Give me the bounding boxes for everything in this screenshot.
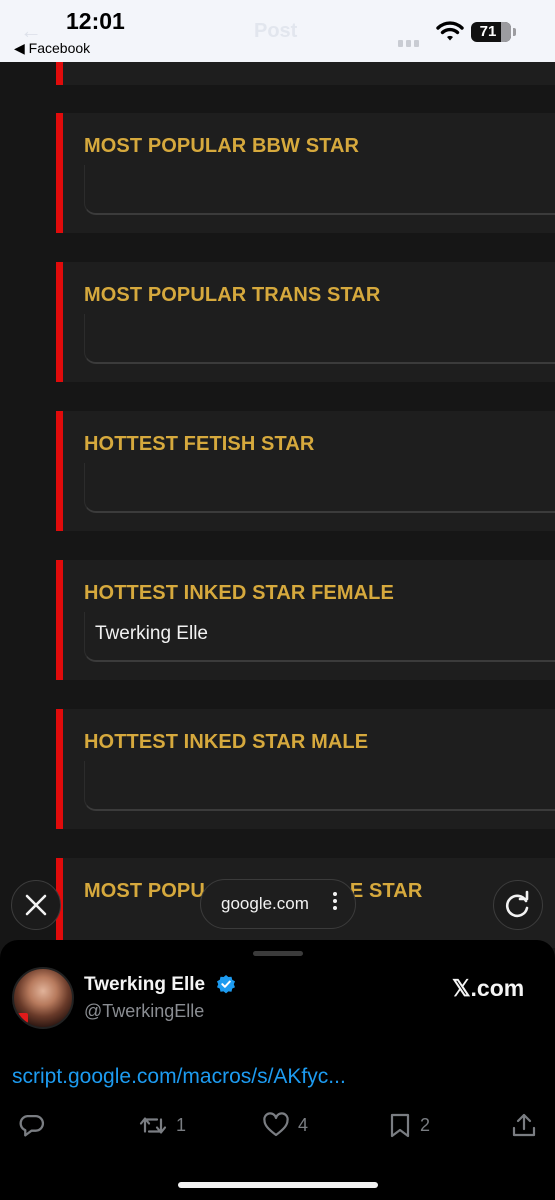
heart-icon [263,1112,289,1137]
sheet-grabber[interactable] [253,951,303,956]
url-text: google.com [221,894,309,913]
answer-field[interactable]: Twerking Elle [84,612,555,662]
like-button[interactable]: 4 [262,1112,308,1138]
answer-field[interactable] [84,761,555,811]
screen: ← Post 12:01 ◀ Facebook 71 MOST POPULAR … [0,0,555,1200]
more-options-icon[interactable] [333,892,337,913]
form-question-card: MOST POPULAR TRANS STAR [56,262,555,382]
bookmark-icon [390,1113,410,1138]
status-time: 12:01 [66,8,125,34]
answer-field[interactable] [84,165,555,215]
retweet-icon [139,1117,167,1134]
back-to-app-link[interactable]: ◀ Facebook [14,40,90,57]
form-question-card: HOTTEST INKED STAR FEMALE Twerking Elle [56,560,555,680]
question-label: HOTTEST FETISH STAR [84,433,315,455]
reload-button[interactable] [493,880,543,930]
verified-badge-icon [217,975,235,994]
form-question-card: MOST POPULAR BBW STAR [56,113,555,233]
tweet-actions: 1 4 2 [0,1112,555,1142]
reply-button[interactable] [18,1112,45,1139]
bookmark-count: 2 [420,1115,431,1135]
question-label: MOST POPULAR TRANS STAR [84,284,381,306]
battery-indicator: 71 [471,22,511,42]
retweet-count: 1 [176,1115,187,1135]
author-name[interactable]: Twerking Elle [84,974,205,996]
form-question-card: HOTTEST INKED STAR MALE [56,709,555,829]
home-indicator[interactable] [178,1182,378,1188]
url-pill[interactable]: google.com [200,879,356,929]
author-handle[interactable]: @TwerkingElle [84,1001,204,1022]
avatar[interactable] [12,967,74,1029]
answer-field[interactable] [84,463,555,513]
share-button[interactable] [511,1112,537,1139]
answer-field[interactable] [84,314,555,364]
question-label: HOTTEST INKED STAR MALE [84,731,369,753]
reload-icon [506,890,529,918]
question-label: MOST POPULAR BBW STAR [84,135,360,157]
tweet-sheet: Twerking Elle @TwerkingElle 𝕏.com script… [0,940,555,1200]
question-label: HOTTEST INKED STAR FEMALE [84,582,394,604]
bookmark-button[interactable]: 2 [388,1112,430,1139]
form-question-card: HOTTEST FETISH STAR [56,411,555,531]
like-count: 4 [298,1114,309,1135]
battery-cap-icon [513,28,516,36]
close-icon [25,894,47,916]
retweet-button[interactable]: 1 [138,1112,186,1139]
page-title: Post [254,20,298,42]
site-label[interactable]: 𝕏.com [452,975,524,1002]
share-icon [512,1113,536,1137]
tweet-link[interactable]: script.google.com/macros/s/AKfyc... [12,1065,346,1089]
close-button[interactable] [11,880,61,930]
answer-value: Twerking Elle [95,623,208,644]
wifi-icon [436,20,464,47]
status-bar: ← Post 12:01 ◀ Facebook 71 [0,0,555,62]
reply-icon [19,1115,44,1137]
cellular-signal-icon [398,34,422,52]
